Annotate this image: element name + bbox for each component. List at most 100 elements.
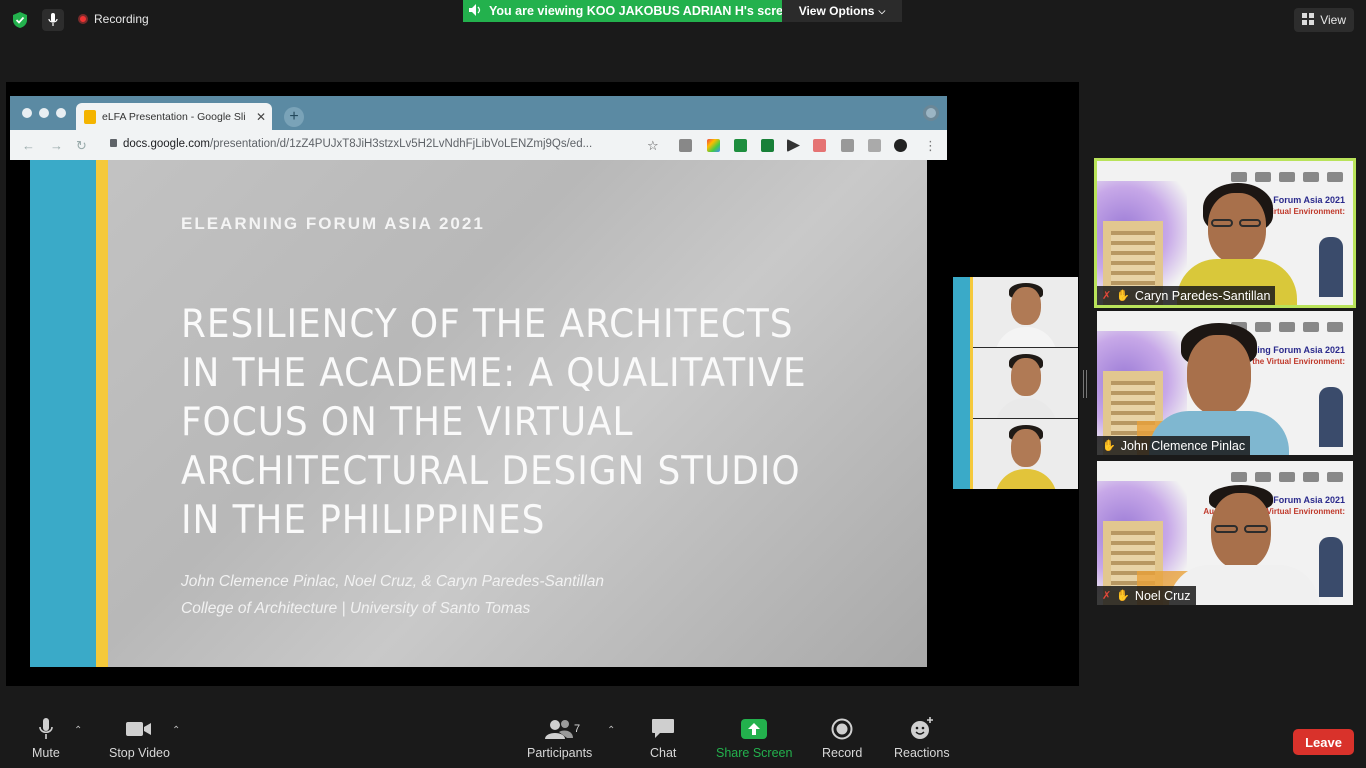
presentation-slide: ELEARNING FORUM ASIA 2021 RESILIENCY OF … bbox=[30, 160, 927, 667]
extension-icon bbox=[787, 139, 800, 152]
view-options-button[interactable]: View Options ⌵ bbox=[782, 0, 902, 22]
background-figure bbox=[1319, 387, 1343, 447]
record-label: Record bbox=[822, 746, 863, 760]
participant-name: John Clemence Pinlac bbox=[1120, 438, 1246, 453]
glasses bbox=[1244, 525, 1268, 533]
slide-title-line: FOCUS ON THE VIRTUAL bbox=[181, 400, 634, 445]
extension-icon bbox=[679, 139, 692, 152]
recording-icon bbox=[78, 14, 88, 24]
participant-tile[interactable]: eLearning Forum Asia 2021 Augmenting the… bbox=[1094, 158, 1356, 308]
participants-count: 7 bbox=[574, 723, 581, 735]
microphone-icon bbox=[38, 717, 54, 741]
mute-button[interactable]: Mute bbox=[32, 717, 60, 760]
share-screen-button[interactable]: Share Screen bbox=[716, 717, 792, 760]
close-icon: ✕ bbox=[255, 109, 266, 124]
stop-video-button[interactable]: Stop Video bbox=[109, 717, 170, 760]
sponsor-logos bbox=[1193, 169, 1343, 185]
glasses bbox=[1214, 525, 1238, 533]
share-screen-icon bbox=[741, 717, 768, 741]
browser-tab: eLFA Presentation - Google Sli ✕ bbox=[76, 103, 272, 130]
mic-off-icon: ✗ bbox=[1102, 290, 1112, 302]
raised-hand-icon: ✋ bbox=[1116, 590, 1130, 602]
mic-off-icon: ✗ bbox=[1102, 590, 1112, 602]
window-dot-icon bbox=[39, 108, 49, 118]
audio-options-chevron-icon[interactable]: ⌃ bbox=[74, 725, 82, 736]
mini-video-thumbnail bbox=[973, 419, 1078, 489]
mini-body bbox=[995, 398, 1057, 418]
star-icon: ☆ bbox=[647, 138, 659, 153]
panel-splitter[interactable] bbox=[1083, 370, 1087, 398]
participants-options-chevron-icon[interactable]: ⌃ bbox=[607, 725, 615, 736]
reactions-icon bbox=[910, 717, 934, 741]
recording-indicator[interactable]: Recording bbox=[78, 12, 149, 26]
shared-screen[interactable]: eLFA Presentation - Google Sli ✕ + ← → ↻… bbox=[6, 82, 1079, 686]
video-options-chevron-icon[interactable]: ⌃ bbox=[172, 725, 180, 736]
share-screen-label: Share Screen bbox=[716, 746, 793, 760]
extension-icon bbox=[868, 139, 881, 152]
mute-label: Mute bbox=[32, 746, 60, 760]
more-icon: ⋮ bbox=[924, 138, 937, 153]
slide-kicker: ELEARNING FORUM ASIA 2021 bbox=[181, 214, 485, 233]
browser-tab-bar: eLFA Presentation - Google Sli ✕ + bbox=[10, 96, 947, 130]
strip-blue-band bbox=[953, 277, 970, 489]
view-label: View bbox=[1320, 13, 1346, 27]
shield-icon[interactable] bbox=[12, 12, 28, 28]
slide-author-names: John Clemence Pinlac, Noel Cruz, & Caryn… bbox=[181, 573, 605, 590]
slide-title: RESILIENCY OF THE ARCHITECTS IN THE ACAD… bbox=[181, 300, 806, 545]
browser-url: docs.google.com/presentation/d/1zZ4PUJxT… bbox=[110, 138, 592, 150]
extension-icon bbox=[707, 139, 720, 152]
stop-video-label: Stop Video bbox=[109, 746, 170, 760]
mini-face bbox=[1011, 287, 1041, 325]
mini-face bbox=[1011, 429, 1041, 467]
record-button[interactable]: Record bbox=[822, 717, 862, 760]
participant-tile[interactable]: eLearning Forum Asia 2021 Augmenting the… bbox=[1097, 311, 1353, 455]
window-dot-icon bbox=[56, 108, 66, 118]
participant-nametag: ✗ ✋ Caryn Paredes-Santillan bbox=[1097, 286, 1276, 305]
view-button[interactable]: View bbox=[1294, 8, 1354, 32]
view-options-label: View Options bbox=[798, 4, 875, 18]
background-figure bbox=[1319, 537, 1343, 597]
slide-authors: John Clemence Pinlac, Noel Cruz, & Caryn… bbox=[181, 568, 604, 622]
meeting-toolbar: Mute ⌃ Stop Video ⌃ Participants 7 ⌃ Cha… bbox=[0, 705, 1366, 768]
chat-label: Chat bbox=[650, 746, 677, 760]
leave-button[interactable]: Leave bbox=[1293, 729, 1354, 755]
microphone-icon[interactable] bbox=[42, 9, 64, 31]
raised-hand-icon: ✋ bbox=[1116, 290, 1130, 302]
slide-title-line: IN THE PHILIPPINES bbox=[181, 498, 546, 543]
participant-name: Noel Cruz bbox=[1134, 588, 1191, 603]
reactions-button[interactable]: Reactions bbox=[894, 717, 950, 760]
glasses bbox=[1239, 219, 1261, 227]
mini-video-thumbnail bbox=[973, 277, 1078, 347]
shared-video-strip bbox=[953, 277, 1078, 489]
extension-icon bbox=[761, 139, 774, 152]
browser-address-bar: ← → ↻ docs.google.com/presentation/d/1zZ… bbox=[10, 130, 947, 160]
slide-affiliation: College of Architecture | University of … bbox=[181, 600, 531, 617]
participant-name: Caryn Paredes-Santillan bbox=[1134, 288, 1271, 303]
participant-face bbox=[1208, 193, 1266, 263]
viewing-text: You are viewing KOO JAKOBUS ADRIAN H's s… bbox=[489, 4, 798, 18]
reload-icon: ↻ bbox=[76, 138, 87, 153]
slide-title-line: ARCHITECTURAL DESIGN STUDIO bbox=[181, 449, 801, 494]
slides-icon bbox=[84, 109, 96, 124]
participant-nametag: ✗ ✋ Noel Cruz bbox=[1097, 586, 1196, 605]
raised-hand-icon: ✋ bbox=[1102, 440, 1116, 452]
extension-icon bbox=[841, 139, 854, 152]
speaker-icon bbox=[469, 3, 483, 19]
chat-button[interactable]: Chat bbox=[650, 717, 676, 760]
avatar bbox=[894, 139, 907, 152]
slide-yellow-band bbox=[96, 160, 108, 667]
participants-button[interactable]: Participants bbox=[527, 717, 592, 760]
participant-tile[interactable]: eLearning Forum Asia 2021 Augmenting the… bbox=[1097, 461, 1353, 605]
participant-nametag: ✋ John Clemence Pinlac bbox=[1097, 436, 1251, 455]
sponsor-logos bbox=[1193, 469, 1343, 485]
mini-body bbox=[995, 327, 1057, 347]
slide-title-line: RESILIENCY OF THE ARCHITECTS bbox=[181, 302, 794, 347]
mini-body bbox=[995, 469, 1057, 489]
shared-browser-window: eLFA Presentation - Google Sli ✕ + ← → ↻… bbox=[10, 96, 947, 682]
viewing-banner: You are viewing KOO JAKOBUS ADRIAN H's s… bbox=[463, 0, 798, 22]
slide-blue-band bbox=[30, 160, 96, 667]
mini-face bbox=[1011, 358, 1041, 396]
record-icon bbox=[831, 717, 853, 741]
browser-tab-title: eLFA Presentation - Google Sli bbox=[102, 110, 246, 123]
extension-icon bbox=[813, 139, 826, 152]
